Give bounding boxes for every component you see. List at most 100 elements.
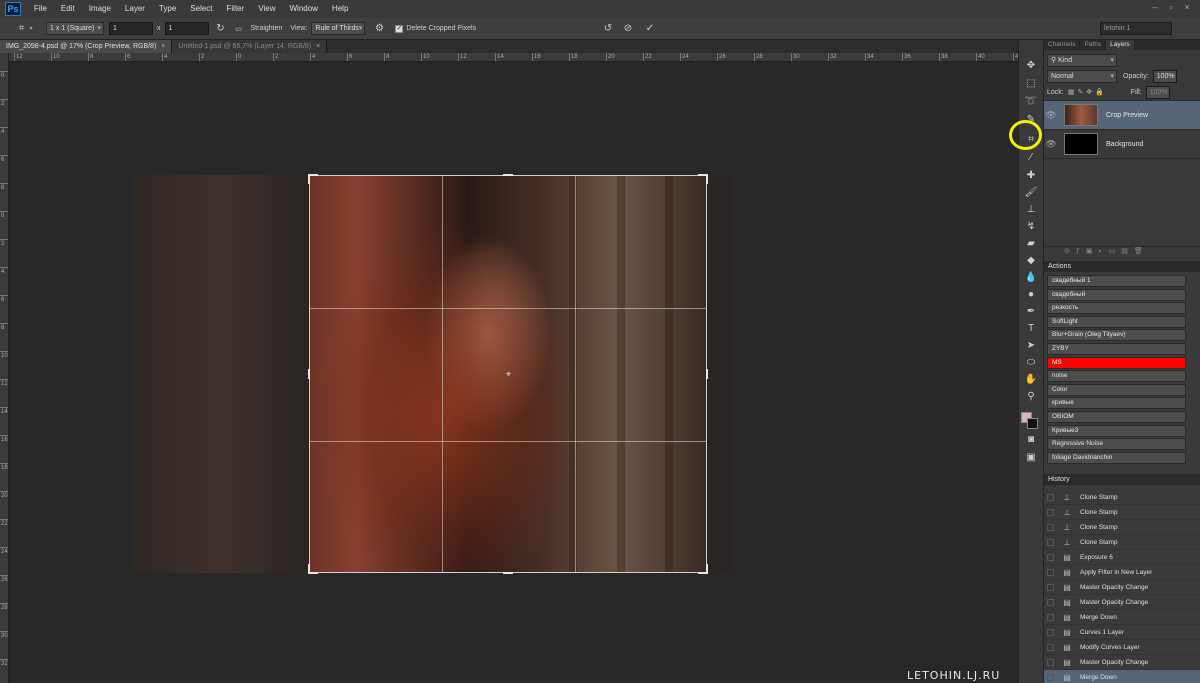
tab-channels[interactable]: Channels [1044, 40, 1081, 50]
history-item[interactable]: ▤ Merge Down [1044, 670, 1200, 683]
menu-window[interactable]: Window [283, 0, 325, 18]
history-snapshot-checkbox[interactable] [1047, 508, 1054, 516]
history-brush-tool-icon[interactable]: ↯ [1021, 219, 1041, 235]
blend-mode-dropdown[interactable]: Normal [1047, 69, 1117, 83]
history-item[interactable]: ▤ Apply Filter in New Layer [1044, 565, 1200, 580]
history-snapshot-checkbox[interactable] [1047, 493, 1054, 501]
actions-panel-title[interactable]: Actions [1044, 261, 1200, 272]
action-item[interactable]: SoftLight [1047, 315, 1186, 328]
maximize-icon[interactable]: ▫ [1164, 1, 1178, 13]
straighten-label[interactable]: Straighten [251, 25, 283, 32]
action-item[interactable]: noise [1047, 370, 1186, 383]
crop-handle-right[interactable] [706, 369, 708, 379]
history-item[interactable]: ⊥ Clone Stamp [1044, 505, 1200, 520]
commit-check-icon[interactable]: ✓ [642, 23, 658, 34]
zoom-tool-icon[interactable]: ⚲ [1021, 389, 1041, 405]
menu-layer[interactable]: Layer [118, 0, 152, 18]
history-panel-title[interactable]: History [1044, 474, 1200, 485]
cancel-icon[interactable]: ⊘ [620, 23, 636, 34]
action-item[interactable]: Color [1047, 383, 1186, 396]
visibility-eye-icon[interactable]: 👁 [1044, 139, 1058, 150]
menu-edit[interactable]: Edit [54, 0, 82, 18]
layer-row[interactable]: 👁 Background [1044, 130, 1200, 159]
paint-bucket-tool-icon[interactable]: ◆ [1021, 253, 1041, 269]
screen-mode-icon[interactable]: ▣ [1021, 450, 1041, 466]
history-item[interactable]: ▤ Merge Down [1044, 610, 1200, 625]
lasso-tool-icon[interactable]: ➰ [1021, 94, 1041, 110]
ellipse-tool-icon[interactable]: ⬭ [1021, 355, 1041, 371]
action-item[interactable]: свадебный 1 [1047, 275, 1186, 287]
history-snapshot-checkbox[interactable] [1047, 583, 1054, 591]
visibility-eye-icon[interactable]: 👁 [1044, 110, 1058, 121]
move-tool-icon[interactable]: ✥ [1021, 58, 1041, 74]
history-item[interactable]: ▤ Master Opacity Change [1044, 595, 1200, 610]
crop-handle-top-right[interactable] [706, 174, 708, 184]
tab-untitled-1[interactable]: Untitled-1.psd @ 66,7% (Layer 14, RGB/8)… [172, 40, 328, 53]
lock-icons[interactable]: ▦✎✥🔒 [1068, 88, 1107, 96]
tab-paths[interactable]: Paths [1080, 40, 1107, 50]
crop-handle-top[interactable] [503, 174, 513, 176]
minimize-icon[interactable]: – [1148, 1, 1162, 13]
action-item[interactable]: Regressive Noise [1047, 438, 1186, 451]
menu-image[interactable]: Image [82, 0, 118, 18]
history-snapshot-checkbox[interactable] [1047, 673, 1054, 681]
swap-icon[interactable]: ↻ [213, 23, 229, 34]
action-item[interactable]: кривые [1047, 397, 1186, 410]
tab-layers[interactable]: Layers [1106, 40, 1135, 50]
tab-close-icon[interactable]: × [161, 43, 165, 50]
canvas-area[interactable]: ⌖ [9, 62, 1018, 683]
clone-stamp-tool-icon[interactable]: ⊥ [1021, 202, 1041, 218]
action-item[interactable]: резкость [1047, 302, 1186, 315]
action-item[interactable]: свадебный [1047, 288, 1186, 301]
tab-img-2098[interactable]: IMG_2098-4.psd @ 17% (Crop Preview, RGB/… [0, 40, 173, 53]
marquee-tool-icon[interactable]: ⬚ [1021, 76, 1041, 92]
straighten-icon[interactable]: ▭ [231, 25, 247, 33]
action-item[interactable]: Кривые3 [1047, 424, 1186, 437]
healing-brush-tool-icon[interactable]: ✚ [1021, 168, 1041, 184]
close-icon[interactable]: × [1180, 1, 1194, 13]
crop-handle-bottom-left[interactable] [308, 564, 310, 574]
menu-help[interactable]: Help [325, 0, 355, 18]
history-item[interactable]: ▤ Curves 1 Layer [1044, 625, 1200, 640]
brush-tool-icon[interactable]: 🖌 [1021, 185, 1041, 201]
menu-type[interactable]: Type [152, 0, 183, 18]
crop-tool-preset-icon[interactable]: ⌗ [13, 23, 29, 34]
quick-mask-icon[interactable]: ◙ [1021, 432, 1041, 448]
action-item[interactable]: Blur+Grain (Oleg Tityaev) [1047, 329, 1186, 342]
crop-handle-bottom[interactable] [503, 572, 513, 574]
menu-filter[interactable]: Filter [220, 0, 252, 18]
fill-input[interactable]: 100% [1145, 85, 1170, 99]
pen-tool-icon[interactable]: ✒ [1021, 304, 1041, 320]
crop-handle-top-left[interactable] [308, 174, 310, 184]
history-item[interactable]: ⊥ Clone Stamp [1044, 490, 1200, 505]
path-select-tool-icon[interactable]: ➤ [1021, 338, 1041, 354]
history-snapshot-checkbox[interactable] [1047, 568, 1054, 576]
layer-row[interactable]: 👁 Crop Preview [1044, 101, 1200, 130]
history-snapshot-checkbox[interactable] [1047, 658, 1054, 666]
history-snapshot-checkbox[interactable] [1047, 643, 1054, 651]
history-item[interactable]: ▤ Exposure 6 [1044, 550, 1200, 565]
history-snapshot-checkbox[interactable] [1047, 628, 1054, 636]
action-item[interactable]: OBIOM [1047, 410, 1186, 423]
ratio-height-input[interactable]: 1 [164, 22, 209, 35]
tab-close-icon[interactable]: × [316, 43, 320, 50]
history-item[interactable]: ⊥ Clone Stamp [1044, 520, 1200, 535]
history-snapshot-checkbox[interactable] [1047, 553, 1054, 561]
action-item[interactable]: MS [1047, 356, 1186, 369]
kind-filter-dropdown[interactable]: ⚲ Kind [1047, 53, 1117, 67]
ratio-dropdown[interactable]: 1 x 1 (Square) [46, 22, 104, 35]
menu-view[interactable]: View [251, 0, 282, 18]
blur-tool-icon[interactable]: 💧 [1021, 270, 1041, 286]
crop-box[interactable]: ⌖ [308, 174, 708, 574]
history-snapshot-checkbox[interactable] [1047, 613, 1054, 621]
history-item[interactable]: ▤ Master Opacity Change [1044, 580, 1200, 595]
hand-tool-icon[interactable]: ✋ [1021, 372, 1041, 388]
type-tool-icon[interactable]: T [1021, 321, 1041, 337]
history-snapshot-checkbox[interactable] [1047, 538, 1054, 546]
crop-handle-bottom-right[interactable] [706, 564, 708, 574]
eraser-tool-icon[interactable]: ▰ [1021, 236, 1041, 252]
history-item[interactable]: ▤ Master Opacity Change [1044, 655, 1200, 670]
history-item[interactable]: ▤ Modify Curves Layer [1044, 640, 1200, 655]
delete-cropped-checkbox[interactable]: ✓ [395, 24, 404, 33]
eyedropper-tool-icon[interactable]: ⁄ [1021, 150, 1041, 166]
